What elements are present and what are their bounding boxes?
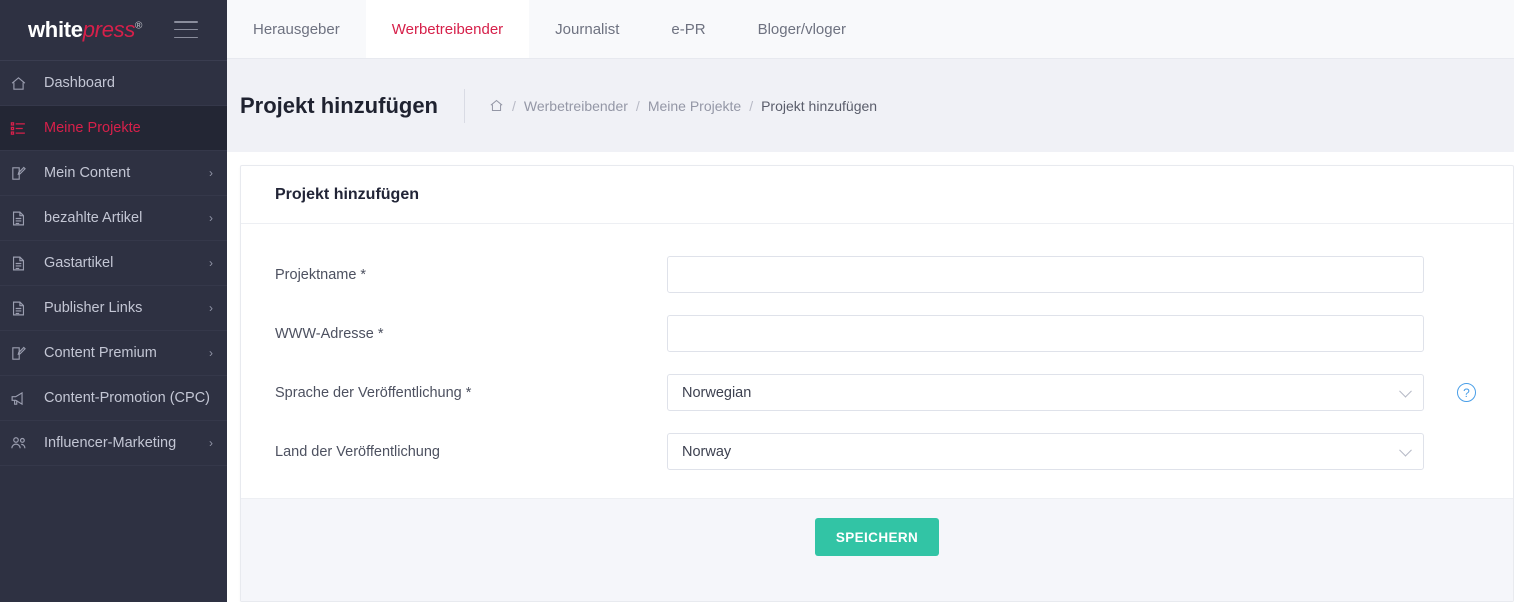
tab-e-pr[interactable]: e-PR [645,0,731,58]
breadcrumb-home-icon[interactable] [489,98,504,113]
main-area: Herausgeber Werbetreibender Journalist e… [227,0,1514,602]
form-body: Projektname * WWW-Adresse * Sprache der … [241,224,1513,498]
sidebar-item-dashboard[interactable]: Dashboard [0,60,227,105]
land-select-value[interactable]: Norway [667,433,1424,470]
chevron-right-icon: › [209,166,213,180]
page-title: Projekt hinzufügen [240,92,438,118]
help-icon[interactable]: ? [1457,383,1476,402]
document-icon [10,209,36,227]
chevron-right-icon: › [209,256,213,270]
sidebar-item-content-premium[interactable]: Content Premium › [0,330,227,375]
www-adresse-input[interactable] [667,315,1424,352]
breadcrumb-separator: / [635,97,640,114]
content-area: Projekt hinzufügen Projektname * WWW-Adr… [227,152,1514,602]
tab-journalist[interactable]: Journalist [529,0,645,58]
sidebar-item-publisher-links[interactable]: Publisher Links › [0,285,227,330]
chevron-right-icon: › [209,346,213,360]
app-root: whitepress® Dashboard Meine Projekte Mei… [0,0,1514,602]
brand-header: whitepress® [0,0,227,60]
field-wrap-projektname [667,256,1424,293]
sidebar-nav: Dashboard Meine Projekte Mein Content › [0,60,227,466]
logo-text-press: press [82,17,136,42]
sidebar-filler [0,465,227,466]
project-form-card: Projekt hinzufügen Projektname * WWW-Adr… [240,165,1514,602]
label-www-adresse: WWW-Adresse * [275,325,384,342]
field-wrap-land: Norway [667,433,1424,470]
breadcrumb-separator: / [512,97,516,114]
whitepress-logo[interactable]: whitepress® [28,17,142,43]
save-button[interactable]: SPEICHERN [814,518,940,556]
tab-herausgeber[interactable]: Herausgeber [227,0,366,58]
sidebar-item-content-promotion[interactable]: Content-Promotion (CPC) [0,375,227,420]
sidebar-item-label: Publisher Links [44,300,143,316]
sidebar-item-label: Gastartikel [44,255,114,271]
users-icon [10,434,36,452]
sidebar-item-influencer-marketing[interactable]: Influencer-Marketing › [0,420,227,465]
form-row-www-adresse: WWW-Adresse * [275,315,1513,352]
logo-text-white: white [28,17,83,42]
form-row-sprache: Sprache der Veröffentlichung * Norwegian… [275,374,1513,411]
form-row-land: Land der Veröffentlichung Norway [275,433,1513,470]
sidebar-item-label: Content Premium [44,345,157,361]
sidebar-item-label: Meine Projekte [44,120,141,136]
sidebar-item-label: Influencer-Marketing [44,435,177,451]
sidebar-item-mein-content[interactable]: Mein Content › [0,150,227,195]
edit-icon [10,344,36,362]
land-select[interactable]: Norway [667,433,1424,470]
megaphone-icon [10,389,36,407]
form-row-projektname: Projektname * [275,256,1513,293]
field-wrap-www-adresse [667,315,1424,352]
label-sprache-der-veroeffentlichung: Sprache der Veröffentlichung * [275,384,472,401]
projektname-input[interactable] [667,256,1424,293]
label-land-der-veroeffentlichung: Land der Veröffentlichung [275,443,441,460]
field-wrap-sprache: Norwegian ? [667,374,1476,411]
top-tabbar: Herausgeber Werbetreibender Journalist e… [227,0,1514,59]
list-icon [10,119,36,137]
page-header: Projekt hinzufügen / Werbetreibender / M… [227,59,1514,152]
sidebar-item-meine-projekte[interactable]: Meine Projekte [0,105,227,150]
logo-trademark: ® [135,20,143,32]
card-title: Projekt hinzufügen [241,166,1513,224]
breadcrumb-item-meine-projekte[interactable]: Meine Projekte [648,98,741,114]
hamburger-icon[interactable] [174,21,198,38]
sidebar-item-label: Content-Promotion (CPC) [44,390,210,406]
tab-werbetreibender[interactable]: Werbetreibender [365,0,530,58]
sidebar-item-gastartikel[interactable]: Gastartikel › [0,240,227,285]
card-footer: SPEICHERN [241,498,1513,601]
chevron-right-icon: › [209,211,213,225]
sidebar-item-bezahlte-artikel[interactable]: bezahlte Artikel › [0,195,227,240]
sprache-select-value[interactable]: Norwegian [667,374,1424,411]
label-projektname: Projektname * [275,266,367,283]
chevron-right-icon: › [209,301,213,315]
sprache-select[interactable]: Norwegian [667,374,1424,411]
breadcrumb-separator: / [749,97,754,114]
sidebar-item-label: Dashboard [44,75,115,91]
tab-bloger-vloger[interactable]: Bloger/vloger [732,0,872,58]
sidebar-item-label: bezahlte Artikel [44,210,143,226]
breadcrumb: / Werbetreibender / Meine Projekte / Pro… [465,98,877,114]
chevron-right-icon: › [209,436,213,450]
sidebar-item-label: Mein Content [44,165,131,181]
document-icon [10,299,36,317]
breadcrumb-item-current: Projekt hinzufügen [761,97,878,114]
home-icon [10,74,36,92]
breadcrumb-item-werbetreibender[interactable]: Werbetreibender [524,98,628,114]
sidebar: whitepress® Dashboard Meine Projekte Mei… [0,0,227,602]
document-icon [10,254,36,272]
edit-icon [10,164,36,182]
